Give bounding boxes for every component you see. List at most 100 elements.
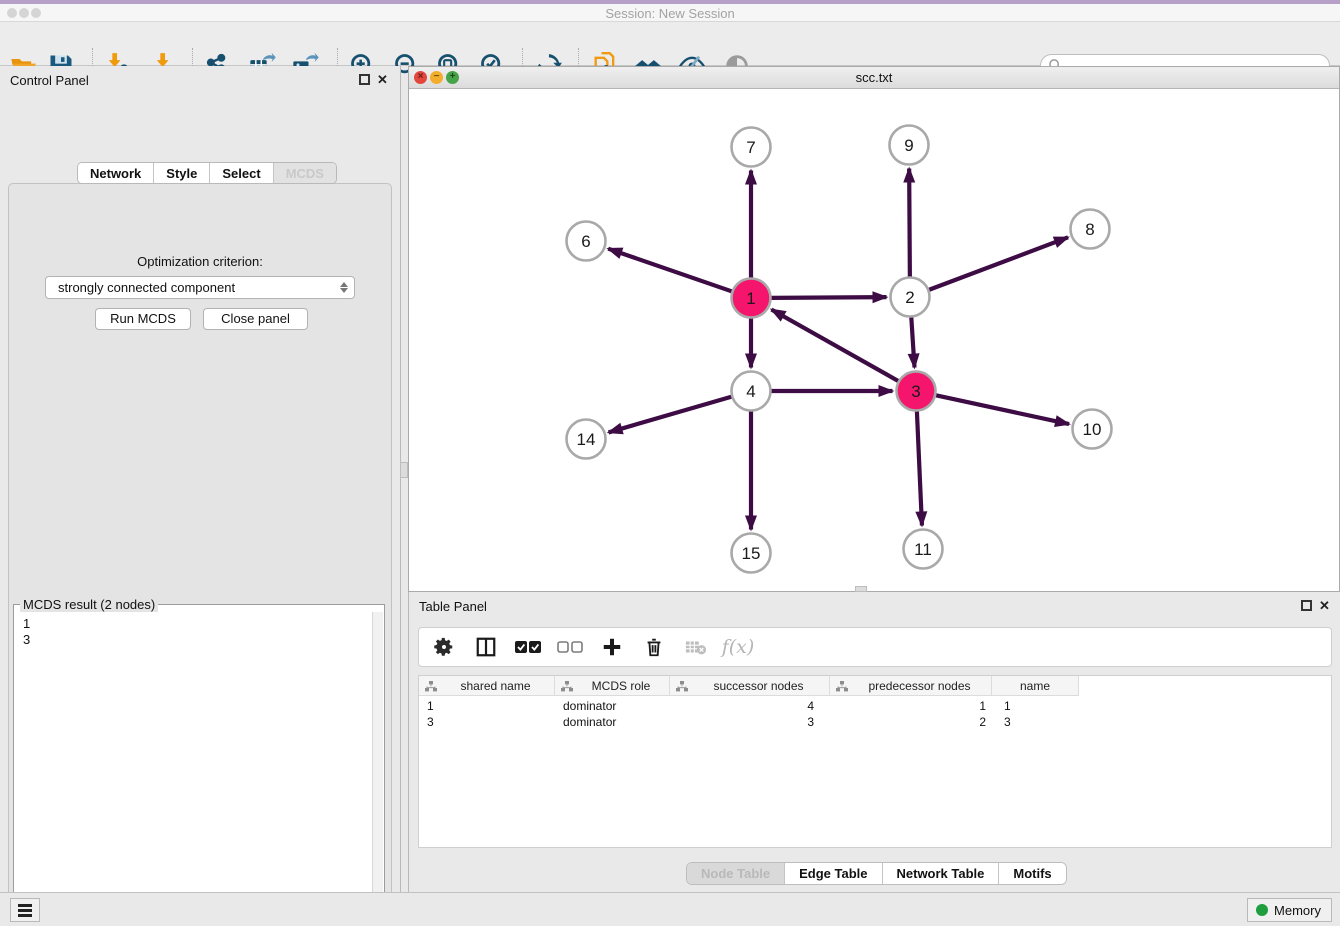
settings-gear-icon[interactable] <box>431 634 457 660</box>
list-icon <box>18 904 32 917</box>
node-8[interactable]: 8 <box>1071 210 1110 249</box>
edge-1-to-2[interactable] <box>771 297 886 298</box>
column-header-predecessor-nodes[interactable]: predecessor nodes <box>830 676 992 696</box>
column-header-name[interactable]: name <box>992 676 1079 696</box>
node-6[interactable]: 6 <box>567 222 606 261</box>
network-window-title: scc.txt <box>409 70 1339 85</box>
edge-3-to-11[interactable] <box>917 411 922 525</box>
node-label: 1 <box>746 289 755 308</box>
node-4[interactable]: 4 <box>732 372 771 411</box>
node-1[interactable]: 1 <box>732 279 771 318</box>
cell-predecessor-nodes: 1 <box>830 698 992 714</box>
task-history-button[interactable] <box>10 898 40 922</box>
application-window: Session: New Session <box>0 0 1340 926</box>
tab-select[interactable]: Select <box>210 163 273 183</box>
close-panel-button[interactable]: Close panel <box>203 308 308 330</box>
delete-column-icon[interactable] <box>641 634 667 660</box>
edge-3-to-1[interactable] <box>771 310 898 381</box>
close-panel-icon[interactable]: ✕ <box>377 72 388 88</box>
node-11[interactable]: 11 <box>904 530 943 569</box>
criterion-selected-value: strongly connected component <box>58 280 340 295</box>
cell-successor-nodes: 3 <box>670 714 830 730</box>
control-panel-title: Control Panel <box>10 73 89 88</box>
column-header-label: successor nodes <box>688 679 829 693</box>
table-panel-title: Table Panel <box>419 599 487 614</box>
column-header-label: MCDS role <box>573 679 669 693</box>
node-label: 11 <box>914 540 932 559</box>
tab-edge-table[interactable]: Edge Table <box>785 863 882 884</box>
mcds-result-title: MCDS result (2 nodes) <box>20 597 158 612</box>
close-table-panel-icon[interactable]: ✕ <box>1319 598 1330 614</box>
mcds-result-item: 1 <box>23 616 372 632</box>
float-panel-icon[interactable] <box>359 74 370 85</box>
titlebar: Session: New Session <box>0 4 1340 22</box>
column-header-label: name <box>992 679 1078 693</box>
node-9[interactable]: 9 <box>890 126 929 165</box>
cell-MCDS-role: dominator <box>555 698 670 714</box>
edge-1-to-6[interactable] <box>608 249 731 292</box>
cell-name: 3 <box>992 714 1079 730</box>
node-label: 8 <box>1085 220 1094 239</box>
mcds-result-item: 3 <box>23 632 372 648</box>
node-15[interactable]: 15 <box>732 534 771 573</box>
memory-button[interactable]: Memory <box>1247 898 1332 922</box>
mcds-panel: Optimization criterion: strongly connect… <box>8 183 392 926</box>
column-attribute-icon <box>561 680 573 692</box>
column-header-label: predecessor nodes <box>848 679 991 693</box>
edge-3-to-10[interactable] <box>936 395 1069 424</box>
control-panel: Control Panel ✕ NetworkStyleSelectMCDS O… <box>0 66 401 892</box>
tab-network-table[interactable]: Network Table <box>883 863 1000 884</box>
edge-2-to-8[interactable] <box>929 237 1068 289</box>
table-row[interactable]: 3dominator323 <box>419 714 1079 730</box>
node-label: 10 <box>1083 420 1102 439</box>
tab-mcds[interactable]: MCDS <box>274 163 336 183</box>
column-header-MCDS-role[interactable]: MCDS role <box>555 676 670 696</box>
node-label: 15 <box>742 544 761 563</box>
cell-shared-name: 3 <box>419 714 555 730</box>
tab-node-table[interactable]: Node Table <box>687 863 785 884</box>
tab-network[interactable]: Network <box>78 163 154 183</box>
vertical-splitter-handle[interactable] <box>400 462 408 478</box>
main-toolbar <box>0 22 1340 66</box>
column-layout-icon[interactable] <box>473 634 499 660</box>
mcds-result-list[interactable]: 13 <box>15 612 372 926</box>
column-attribute-icon <box>676 680 688 692</box>
deselect-all-checks-icon[interactable] <box>557 634 583 660</box>
select-all-checks-icon[interactable] <box>515 634 541 660</box>
control-panel-header: Control Panel ✕ <box>0 66 400 94</box>
network-view-window: × − + scc.txt 7968124314101511 <box>408 66 1340 592</box>
delete-table-icon <box>683 634 709 660</box>
table-row[interactable]: 1dominator411 <box>419 698 1079 714</box>
result-scrollbar[interactable] <box>372 612 383 926</box>
mcds-result-group: MCDS result (2 nodes) 13 <box>13 604 385 926</box>
node-2[interactable]: 2 <box>891 278 930 317</box>
select-stepper-icon <box>340 282 348 293</box>
node-10[interactable]: 10 <box>1073 410 1112 449</box>
network-canvas[interactable]: 7 9 6 8 1 2 4 3 14 10 15 11 <box>409 89 1339 591</box>
column-header-label: shared name <box>437 679 554 693</box>
memory-label: Memory <box>1274 903 1321 918</box>
criterion-select[interactable]: strongly connected component <box>45 276 355 299</box>
node-label: 4 <box>746 382 755 401</box>
run-mcds-button[interactable]: Run MCDS <box>95 308 191 330</box>
add-column-icon[interactable] <box>599 634 625 660</box>
node-table: shared name MCDS role successor nodes prede… <box>418 675 1332 848</box>
node-14[interactable]: 14 <box>567 420 606 459</box>
tab-style[interactable]: Style <box>154 163 210 183</box>
table-panel-header: Table Panel ✕ <box>409 592 1340 620</box>
column-header-successor-nodes[interactable]: successor nodes <box>670 676 830 696</box>
float-table-panel-icon[interactable] <box>1301 600 1312 611</box>
tab-motifs[interactable]: Motifs <box>999 863 1065 884</box>
node-label: 3 <box>911 382 920 401</box>
column-header-shared-name[interactable]: shared name <box>419 676 555 696</box>
edge-2-to-3[interactable] <box>911 317 914 367</box>
edge-4-to-14[interactable] <box>609 397 732 433</box>
cell-shared-name: 1 <box>419 698 555 714</box>
window-title: Session: New Session <box>0 6 1340 21</box>
table-header-row: shared name MCDS role successor nodes prede… <box>419 676 1079 696</box>
node-label: 14 <box>577 430 596 449</box>
node-7[interactable]: 7 <box>732 128 771 167</box>
edge-2-to-9[interactable] <box>909 168 910 276</box>
cell-successor-nodes: 4 <box>670 698 830 714</box>
node-3[interactable]: 3 <box>897 372 936 411</box>
